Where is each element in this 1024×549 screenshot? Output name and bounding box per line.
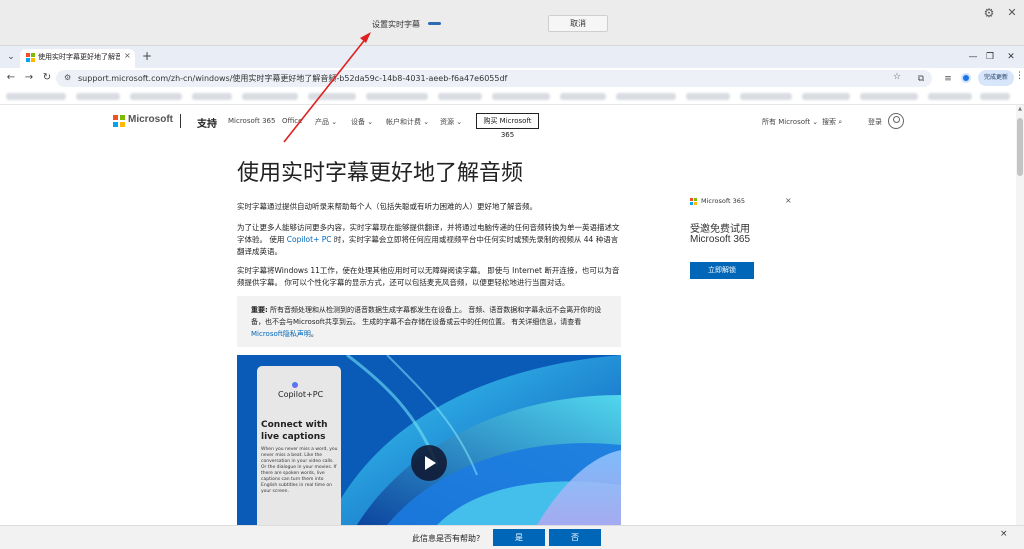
annotation-arrow-icon <box>283 32 371 143</box>
